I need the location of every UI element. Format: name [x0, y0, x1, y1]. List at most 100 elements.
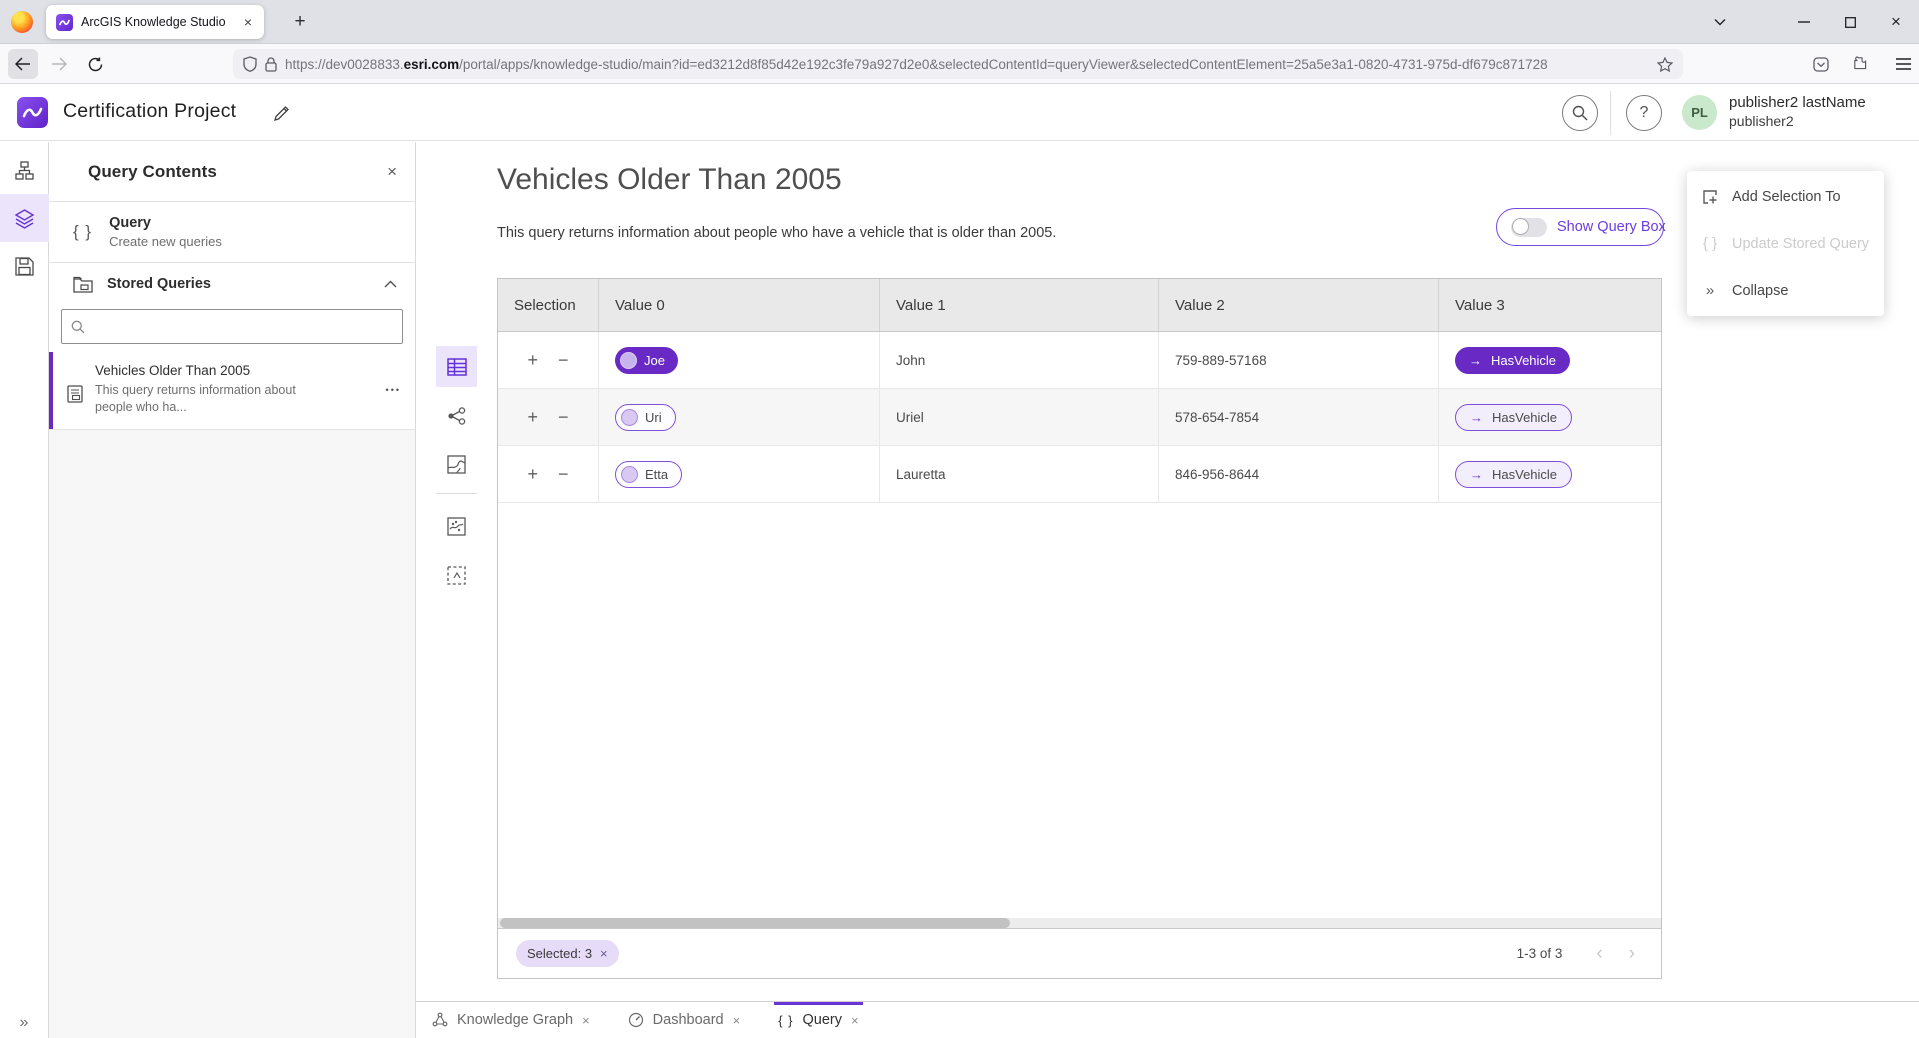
page-next-icon[interactable]: ›: [1629, 944, 1635, 963]
tab-close-icon[interactable]: ×: [851, 1013, 859, 1028]
contents-layers-icon[interactable]: [0, 194, 49, 242]
menu-item-add-selection-to[interactable]: Add Selection To: [1687, 173, 1884, 220]
panel-header: Query Contents ×: [49, 142, 415, 202]
remove-from-selection-icon[interactable]: −: [558, 465, 569, 483]
lock-icon[interactable]: [265, 57, 277, 72]
cell-phone: 578-654-7854: [1158, 389, 1438, 445]
tab-list-chevron-icon[interactable]: [1697, 0, 1743, 44]
add-to-selection-icon[interactable]: +: [527, 408, 538, 426]
arcgis-knowledge-logo: [17, 97, 48, 128]
help-icon[interactable]: ?: [1626, 95, 1662, 131]
remove-from-selection-icon[interactable]: −: [558, 351, 569, 369]
url-text[interactable]: https://dev0028833.esri.com/portal/apps/…: [285, 57, 1649, 72]
table-footer: Selected: 3 × 1-3 of 3 ‹ ›: [498, 928, 1661, 978]
user-name: publisher2 lastName: [1729, 93, 1866, 112]
tab-close-icon[interactable]: ×: [733, 1013, 741, 1028]
shield-icon[interactable]: [243, 56, 257, 72]
user-info: publisher2 lastName publisher2: [1729, 93, 1866, 131]
window-maximize-icon[interactable]: [1827, 0, 1873, 44]
horizontal-scrollbar[interactable]: [498, 918, 1661, 928]
collapse-section-chevron-icon[interactable]: [384, 280, 397, 288]
expand-rail-icon[interactable]: »: [20, 1014, 29, 1032]
add-to-selection-icon[interactable]: +: [527, 465, 538, 483]
arcgis-favicon-icon: [56, 14, 73, 31]
column-header: Value 1: [879, 279, 1158, 331]
entity-chip[interactable]: Joe: [615, 347, 678, 374]
left-icon-rail: »: [0, 142, 49, 1038]
menu-item-collapse[interactable]: » Collapse: [1687, 267, 1884, 314]
relationship-chip[interactable]: →HasVehicle: [1455, 347, 1570, 374]
bookmark-star-icon[interactable]: [1657, 57, 1673, 72]
stored-queries-searchbox[interactable]: [61, 309, 403, 344]
map-selection-icon[interactable]: [436, 506, 477, 547]
relationship-chip[interactable]: →HasVehicle: [1455, 461, 1572, 488]
map-view-icon[interactable]: [436, 444, 477, 485]
header-divider: [1610, 91, 1611, 135]
tab-close-icon[interactable]: ×: [582, 1013, 590, 1028]
show-query-box-toggle[interactable]: Show Query Box: [1496, 208, 1664, 246]
clear-selection-icon[interactable]: ×: [600, 946, 608, 961]
window-minimize-icon[interactable]: [1781, 0, 1827, 44]
entity-chip[interactable]: Uri: [615, 404, 676, 431]
entity-dot-icon: [620, 352, 637, 369]
scrollbar-thumb[interactable]: [500, 918, 1010, 928]
braces-icon: { }: [73, 222, 92, 242]
stored-query-title: Vehicles Older Than 2005: [95, 363, 309, 378]
entity-chip[interactable]: Etta: [615, 461, 682, 488]
panel-title: Query Contents: [88, 162, 387, 182]
extensions-puzzle-icon[interactable]: [1846, 49, 1876, 79]
pager: ‹ ›: [1596, 944, 1635, 963]
new-query-item[interactable]: { } Query Create new queries: [49, 202, 415, 263]
context-menu: Add Selection To { } Update Stored Query…: [1687, 171, 1884, 316]
table-view-icon[interactable]: [436, 346, 477, 387]
saved-items-icon[interactable]: [0, 242, 49, 290]
user-username: publisher2: [1729, 112, 1866, 131]
double-chevron-icon: »: [1701, 282, 1719, 299]
search-input[interactable]: [93, 319, 393, 334]
toggle-switch[interactable]: [1511, 218, 1547, 237]
new-tab-button[interactable]: +: [286, 8, 314, 36]
tab-dashboard[interactable]: Dashboard ×: [624, 1002, 745, 1038]
hamburger-menu-icon[interactable]: [1888, 49, 1918, 79]
forward-icon[interactable]: [44, 49, 74, 79]
edit-pencil-icon[interactable]: [268, 100, 294, 126]
panel-close-icon[interactable]: ×: [387, 162, 397, 182]
cell-name: John: [879, 332, 1158, 388]
browser-window: ArcGIS Knowledge Studio × + ×: [0, 0, 1919, 1038]
data-model-tree-icon[interactable]: [0, 146, 49, 194]
query-item-subtitle: Create new queries: [109, 234, 222, 249]
tab-close-icon[interactable]: ×: [242, 14, 254, 30]
column-header: Value 2: [1158, 279, 1438, 331]
add-to-selection-icon[interactable]: +: [527, 351, 538, 369]
link-chart-icon[interactable]: [436, 395, 477, 436]
url-bar[interactable]: https://dev0028833.esri.com/portal/apps/…: [233, 49, 1683, 79]
view-toolbar: [436, 346, 477, 604]
refresh-icon[interactable]: [80, 49, 110, 79]
stored-query-item[interactable]: Vehicles Older Than 2005 This query retu…: [49, 352, 415, 430]
avatar[interactable]: PL: [1682, 95, 1717, 130]
table-header-row: Selection Value 0 Value 1 Value 2 Value …: [498, 279, 1661, 332]
tab-query[interactable]: { } Query ×: [774, 1002, 862, 1038]
toolbar-divider: [436, 493, 477, 494]
stored-query-description: This query returns information about peo…: [95, 382, 309, 416]
cell-phone: 759-889-57168: [1158, 332, 1438, 388]
select-tool-icon[interactable]: [436, 555, 477, 596]
search-icon[interactable]: [1562, 95, 1598, 131]
app-header: Certification Project ? PL publisher2 la…: [0, 84, 1919, 141]
page-prev-icon[interactable]: ‹: [1596, 944, 1602, 963]
remove-from-selection-icon[interactable]: −: [558, 408, 569, 426]
pagination-info: 1-3 of 3: [1517, 946, 1563, 961]
back-icon[interactable]: [8, 49, 38, 79]
relationship-chip[interactable]: →HasVehicle: [1455, 404, 1572, 431]
table-row: + − Joe John 759-889-57168 →HasVehicle: [498, 332, 1661, 389]
window-close-icon[interactable]: ×: [1873, 0, 1919, 44]
results-table: Selection Value 0 Value 1 Value 2 Value …: [497, 278, 1662, 979]
browser-tab[interactable]: ArcGIS Knowledge Studio ×: [46, 5, 264, 39]
column-header: Value 3: [1438, 279, 1661, 331]
item-options-ellipsis-icon[interactable]: •••: [386, 385, 401, 416]
firefox-icon[interactable]: [11, 11, 33, 33]
menu-item-update-stored-query[interactable]: { } Update Stored Query: [1687, 220, 1884, 267]
pocket-icon[interactable]: [1806, 49, 1836, 79]
stored-queries-header: Stored Queries: [49, 265, 415, 303]
tab-knowledge-graph[interactable]: Knowledge Graph ×: [428, 1002, 594, 1038]
